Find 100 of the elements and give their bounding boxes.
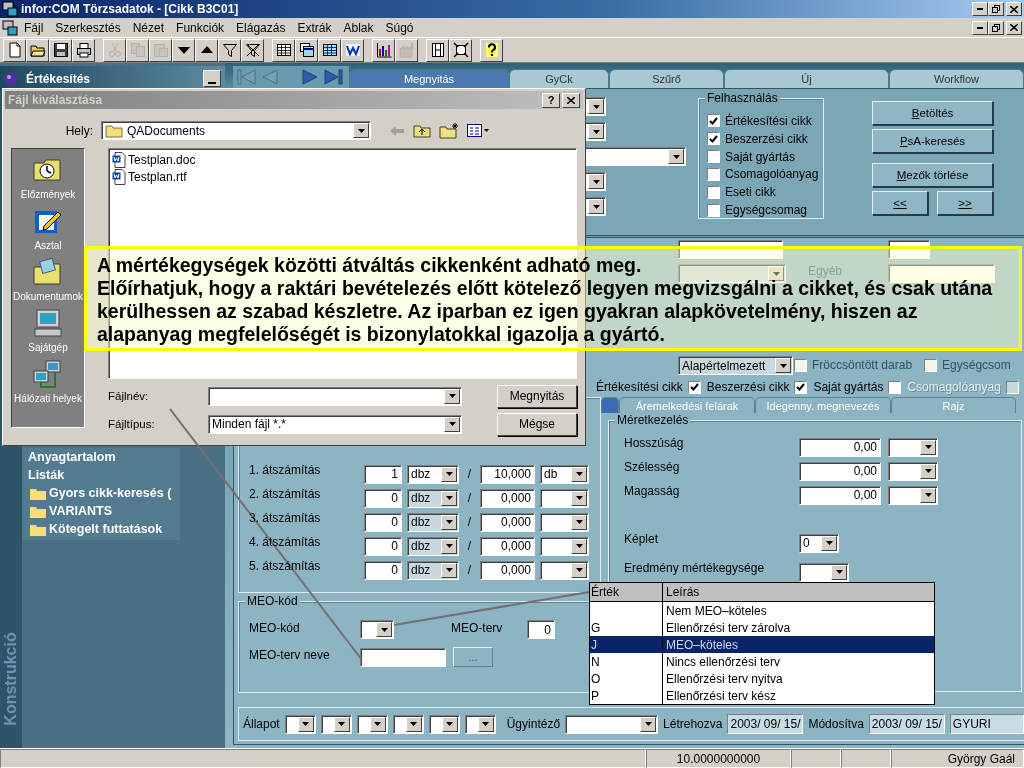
checkbox[interactable] [707, 150, 720, 164]
toolbar-button[interactable] [341, 38, 364, 62]
menu-item[interactable]: Elágazás [230, 20, 292, 35]
skip-forward-icon[interactable] [323, 69, 343, 85]
action-button[interactable]: Betöltés [872, 101, 993, 125]
toolbar-button[interactable] [195, 38, 218, 62]
toolbar-button[interactable] [218, 38, 241, 62]
dropdown-field[interactable] [565, 714, 659, 734]
toolbar-button[interactable] [372, 38, 395, 62]
tab[interactable]: Új [724, 69, 889, 88]
dropdown-field[interactable] [464, 714, 496, 734]
open-button[interactable]: Megnyitás [497, 384, 577, 408]
file-name[interactable]: Testplan.doc [128, 152, 196, 167]
help-button[interactable]: ? [542, 92, 560, 108]
cancel-button[interactable]: Mégse [497, 412, 577, 436]
number-field[interactable]: 1 [364, 464, 402, 484]
number-field[interactable]: 0,000 [480, 536, 535, 556]
dropdown-field[interactable]: Minden fájl *.* [208, 414, 462, 434]
dropdown-field[interactable] [888, 437, 938, 457]
dropdown-button[interactable] [588, 99, 604, 114]
number-field[interactable]: 0,00 [799, 437, 881, 457]
toolbar-button[interactable] [272, 38, 295, 62]
number-field[interactable]: 0 [364, 488, 402, 508]
list-row[interactable]: J MEO–köteles [590, 636, 934, 653]
checkbox[interactable] [794, 358, 807, 372]
toolbar-button[interactable] [3, 38, 26, 62]
toolbar-button[interactable] [72, 38, 95, 62]
checkbox[interactable] [794, 380, 808, 394]
dropdown-field[interactable] [208, 386, 462, 406]
dropdown-field[interactable] [392, 714, 424, 734]
checkbox[interactable] [924, 358, 938, 372]
text-field[interactable] [678, 240, 783, 259]
navigation-item[interactable]: Anyagtartalom [28, 448, 180, 466]
dropdown-button[interactable] [353, 123, 369, 138]
toolbar-button[interactable] [241, 38, 264, 62]
checkbox[interactable] [707, 167, 720, 181]
number-field[interactable]: 0,00 [799, 485, 881, 505]
action-button[interactable]: PsA-keresés [872, 129, 993, 153]
navigation-button[interactable]: << [872, 191, 928, 215]
minimize-button[interactable] [972, 2, 988, 16]
checkbox[interactable] [687, 380, 701, 394]
dropdown-button[interactable] [369, 716, 386, 732]
dropdown-button[interactable] [588, 124, 604, 139]
toolbar-button[interactable] [449, 38, 472, 62]
dropdown-button[interactable] [920, 487, 936, 503]
number-field[interactable]: 0,000 [480, 512, 535, 532]
navigation-button[interactable]: >> [937, 191, 993, 215]
dropdown-button[interactable] [571, 514, 587, 530]
dropdown-field[interactable] [540, 512, 589, 532]
restore-button[interactable] [988, 2, 1004, 16]
dropdown-field[interactable] [360, 620, 394, 639]
tab[interactable]: Workflow [889, 69, 1024, 88]
minimize-button[interactable] [972, 20, 988, 35]
menu-item[interactable]: Funkciók [170, 20, 231, 35]
number-field[interactable]: 0,000 [480, 560, 535, 580]
action-button[interactable]: Mezők törlése [872, 163, 993, 187]
dropdown-button[interactable] [571, 538, 587, 554]
dropdown-button[interactable] [821, 535, 837, 551]
tab[interactable]: Megnyitás [349, 69, 509, 88]
checkbox[interactable] [707, 203, 720, 217]
dropdown-button[interactable] [831, 564, 847, 580]
number-field[interactable]: 0 [364, 536, 402, 556]
place-label[interactable]: Hálózati helyek [14, 393, 82, 404]
toolbar-button[interactable] [49, 38, 72, 62]
dropdown-button[interactable] [477, 716, 494, 732]
dropdown-button[interactable] [571, 562, 587, 578]
menu-item[interactable]: Szerkesztés [49, 20, 127, 35]
dropdown-button[interactable] [571, 490, 587, 506]
restore-button[interactable] [988, 20, 1004, 35]
dropdown-field[interactable] [540, 488, 589, 508]
dropdown-field[interactable] [888, 485, 938, 505]
number-field[interactable]: 0,000 [480, 488, 535, 508]
dropdown-button[interactable] [668, 149, 684, 164]
dropdown-field[interactable] [320, 714, 352, 734]
new-folder-icon[interactable] [439, 122, 459, 139]
text-field[interactable] [888, 240, 930, 259]
dropdown-field[interactable] [540, 560, 589, 580]
dropdown-field[interactable] [799, 562, 849, 582]
dropdown-button[interactable] [333, 716, 350, 732]
dropdown-button[interactable] [376, 622, 392, 637]
computer-icon[interactable] [32, 308, 64, 340]
view-menu-icon[interactable] [467, 123, 489, 138]
dropdown-field[interactable] [888, 461, 938, 481]
dropdown-button[interactable] [920, 463, 936, 479]
dropdown-field[interactable]: db [540, 464, 589, 484]
dropdown-button[interactable] [405, 716, 422, 732]
folder-item[interactable]: Kötegelt futtatások [28, 520, 180, 538]
checkbox[interactable] [707, 132, 720, 146]
dropdown-button[interactable] [588, 174, 604, 189]
browse-button[interactable]: ... [453, 647, 493, 667]
document-window-icon[interactable] [2, 19, 18, 36]
number-field[interactable]: 0,00 [799, 461, 881, 481]
dropdown-button[interactable] [588, 199, 604, 214]
toolbar-button[interactable] [480, 38, 503, 62]
dropdown-field[interactable]: dbz [407, 464, 459, 484]
place-label[interactable]: Dokumentumok [13, 291, 83, 302]
up-folder-icon[interactable] [413, 123, 431, 138]
number-field[interactable]: 0 [527, 620, 555, 639]
minimize-button[interactable] [203, 70, 221, 87]
toolbar-button[interactable] [426, 38, 449, 62]
